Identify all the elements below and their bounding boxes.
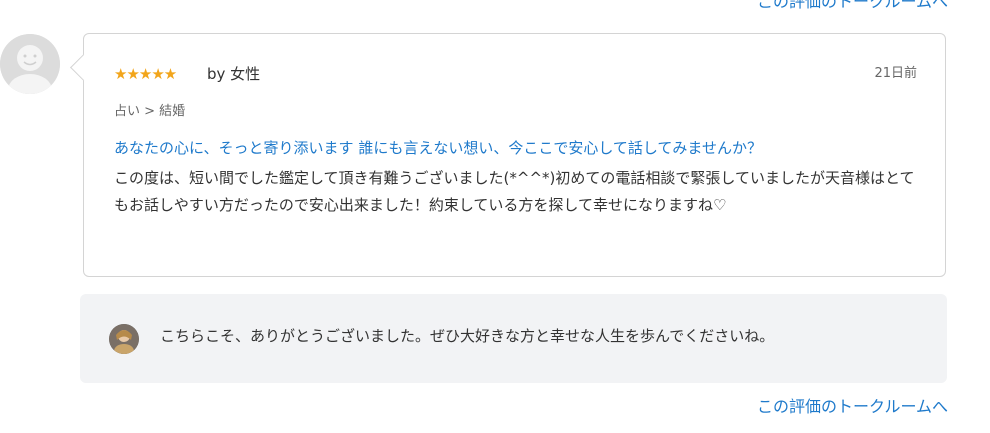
reviewer-label: by 女性 bbox=[207, 65, 261, 83]
review-category: 占い > 結婚 bbox=[114, 104, 186, 119]
review-date: 21日前 bbox=[874, 66, 917, 81]
bottom-talkroom-link[interactable]: この評価のトークルームへ bbox=[757, 396, 948, 418]
reply-text: こちらこそ、ありがとうございました。ぜひ大好きな方と幸せな人生を歩んでくださいね… bbox=[160, 327, 775, 345]
speech-pointer bbox=[70, 54, 97, 81]
reviewer-avatar-icon bbox=[0, 34, 60, 94]
review-card: ★★★★★ by 女性 21日前 占い > 結婚 あなたの心に、そっと寄り添いま… bbox=[70, 33, 946, 277]
service-title-link[interactable]: あなたの心に、そっと寄り添います 誰にも言えない想い、今ここで安心して話してみま… bbox=[114, 137, 924, 159]
seller-reply: こちらこそ、ありがとうございました。ぜひ大好きな方と幸せな人生を歩んでくださいね… bbox=[80, 294, 947, 383]
seller-avatar-icon bbox=[109, 324, 139, 354]
top-talkroom-link[interactable]: この評価のトークルームへ bbox=[757, 0, 948, 12]
star-rating: ★★★★★ bbox=[114, 65, 177, 83]
review-body: この度は、短い間でした鑑定して頂き有難うございました(*^^*)初めての電話相談… bbox=[114, 169, 915, 214]
